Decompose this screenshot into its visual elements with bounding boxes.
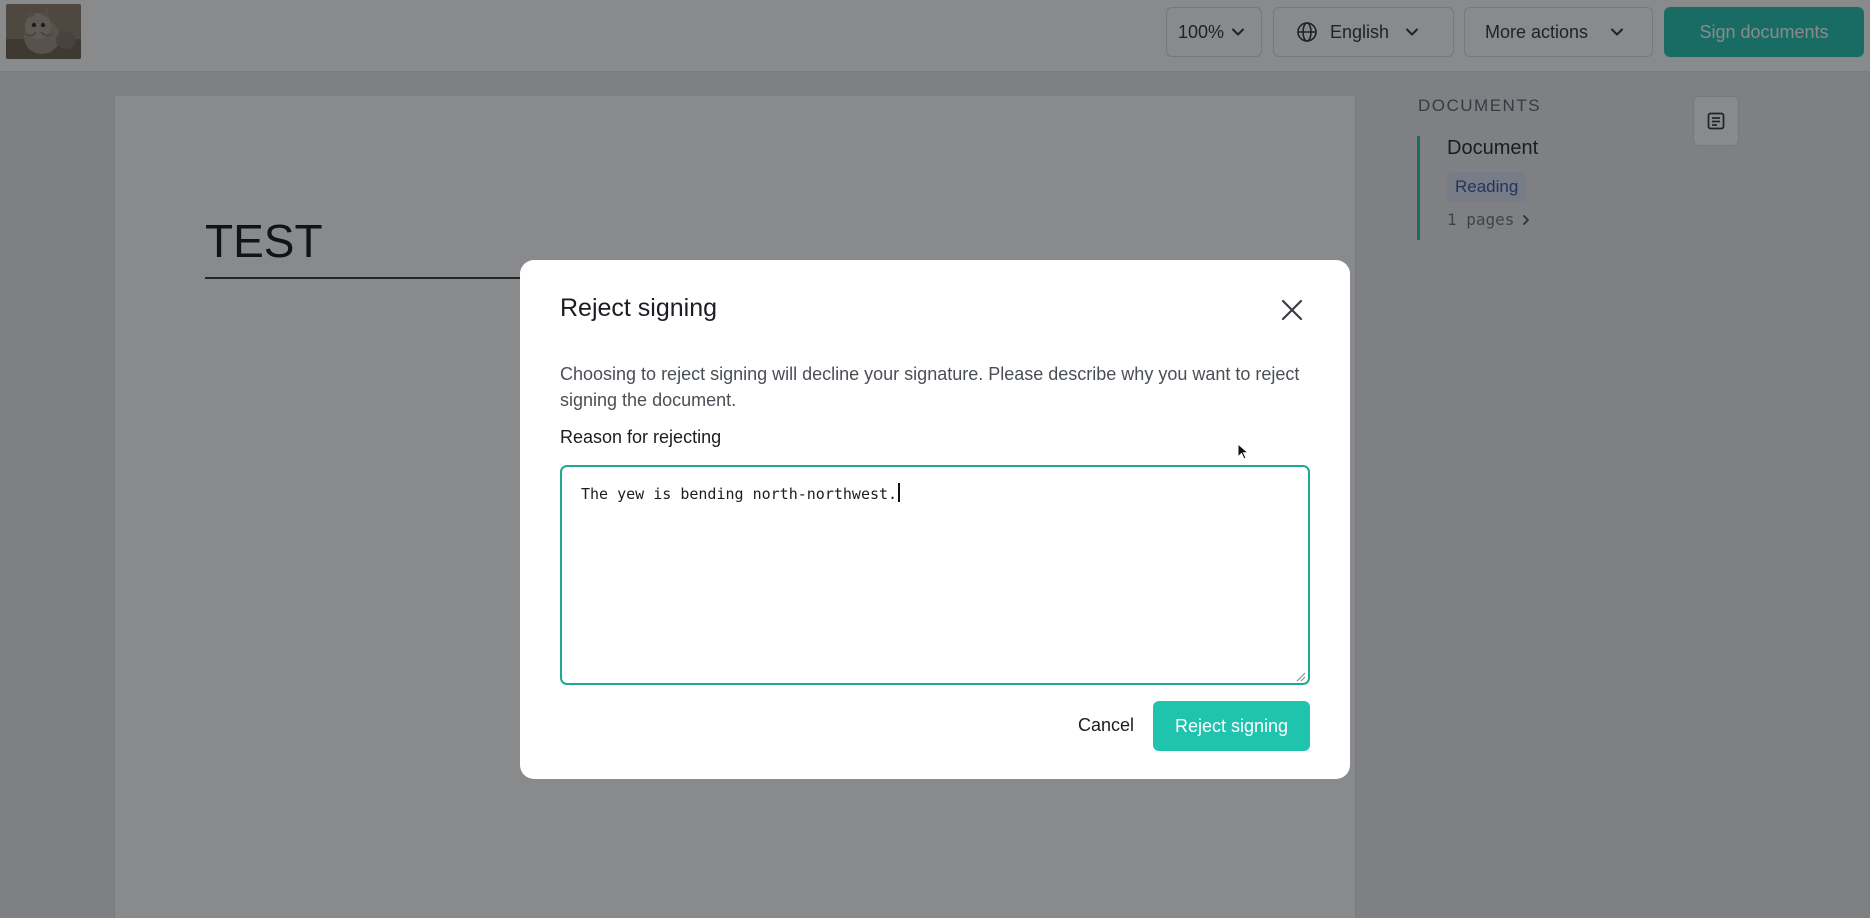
reason-label: Reason for rejecting — [560, 427, 722, 447]
reject-signing-button[interactable]: Reject signing — [1153, 701, 1310, 751]
mouse-pointer-icon — [1237, 443, 1249, 460]
dialog-title: Reject signing — [560, 294, 718, 322]
resize-grip-icon[interactable] — [1294, 670, 1306, 682]
reject-signing-dialog: Reject signing Choosing to reject signin… — [520, 260, 1350, 779]
dialog-description: Choosing to reject signing will decline … — [560, 364, 1300, 410]
reason-textarea[interactable]: The yew is bending north-northwest. — [560, 465, 1310, 685]
cancel-button[interactable]: Cancel — [1056, 701, 1156, 749]
reason-text: The yew is bending north-northwest. — [581, 485, 898, 503]
close-button[interactable] — [1276, 294, 1308, 326]
close-icon — [1281, 299, 1303, 321]
text-caret — [898, 483, 901, 502]
